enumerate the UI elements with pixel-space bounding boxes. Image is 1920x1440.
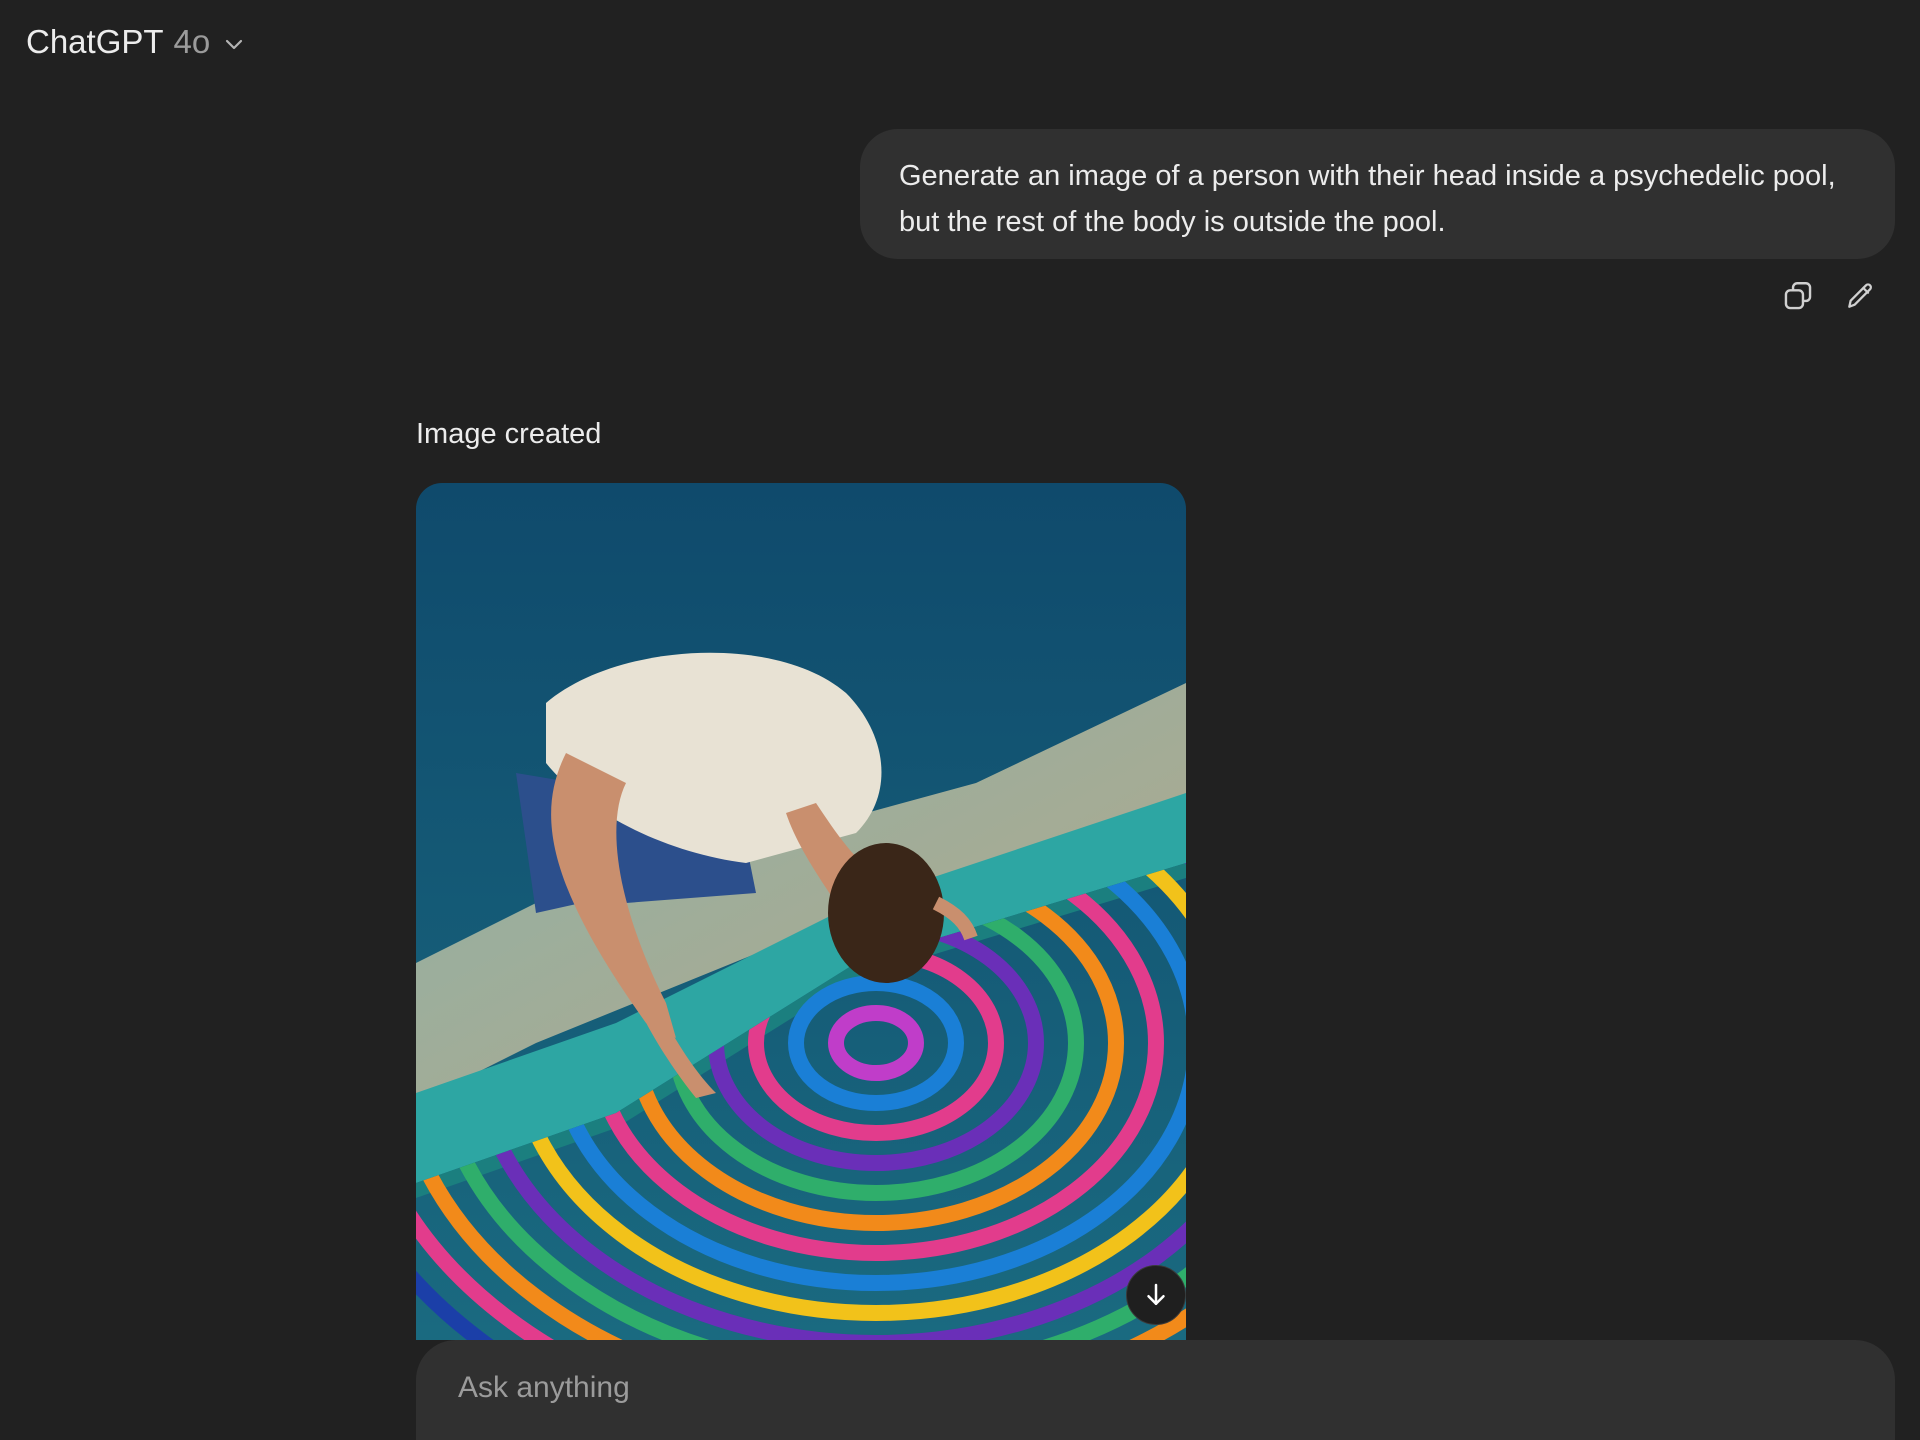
model-selector[interactable]: ChatGPT 4o bbox=[22, 18, 250, 66]
generated-image[interactable] bbox=[416, 483, 1186, 1340]
edit-button[interactable] bbox=[1840, 276, 1880, 316]
psychedelic-pool-illustration bbox=[416, 483, 1186, 1340]
chat-page: ChatGPT 4o Generate an image of a person… bbox=[0, 0, 1920, 1440]
composer bbox=[416, 1340, 1895, 1440]
user-message-bubble: Generate an image of a person with their… bbox=[860, 129, 1895, 259]
copy-button[interactable] bbox=[1778, 276, 1818, 316]
chevron-down-icon bbox=[226, 39, 243, 50]
chat-input[interactable] bbox=[456, 1364, 1840, 1412]
pencil-icon bbox=[1848, 283, 1872, 308]
app-name: ChatGPT bbox=[26, 23, 164, 60]
image-created-status: Image created bbox=[416, 418, 602, 450]
model-name: 4o bbox=[173, 23, 211, 60]
download-button[interactable] bbox=[1126, 1265, 1186, 1325]
copy-icon bbox=[1784, 282, 1812, 310]
user-message-text: Generate an image of a person with their… bbox=[899, 160, 1836, 238]
download-arrow-icon bbox=[1147, 1283, 1165, 1305]
user-message-actions bbox=[1778, 276, 1880, 316]
